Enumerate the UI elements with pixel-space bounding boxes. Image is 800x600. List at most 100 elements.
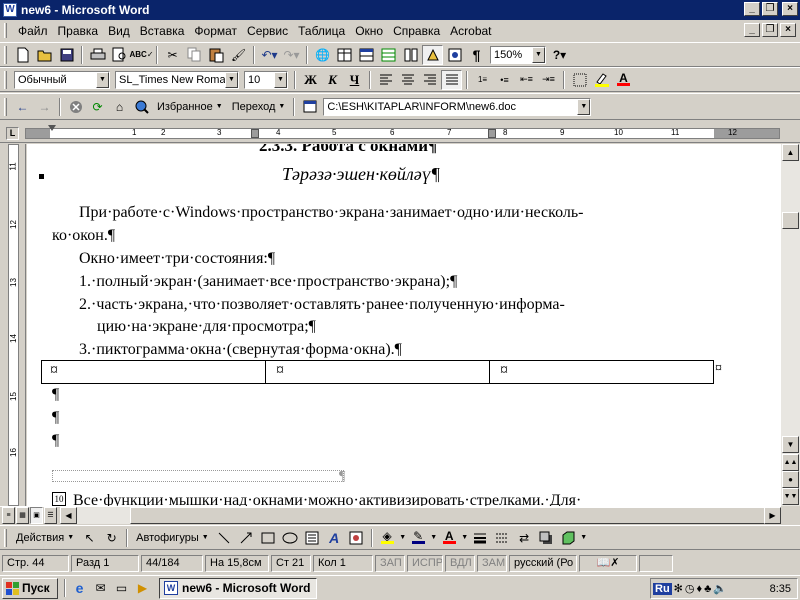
show-hide-marks-button[interactable]: ¶	[466, 45, 487, 65]
rectangle-icon[interactable]	[258, 528, 279, 548]
word-app-icon[interactable]: W	[3, 3, 17, 17]
table-row[interactable]: ¤ ¤ ¤	[41, 360, 714, 384]
chevron-down-icon[interactable]: ▼	[399, 528, 407, 548]
undo-icon[interactable]: ↶▾	[259, 45, 280, 65]
chevron-down-icon[interactable]: ▼	[430, 528, 438, 548]
copy-icon[interactable]	[184, 45, 205, 65]
draw-font-color-button[interactable]: A	[439, 528, 460, 548]
refresh-icon[interactable]: ⟳	[87, 97, 108, 117]
cut-icon[interactable]: ✂	[162, 45, 183, 65]
underline-button[interactable]: Ч	[344, 70, 365, 90]
shadow-icon[interactable]	[536, 528, 557, 548]
status-ovr[interactable]: ЗАМ	[477, 554, 507, 572]
menu-format[interactable]: Формат	[189, 24, 242, 38]
free-rotate-icon[interactable]: ↻	[101, 528, 122, 548]
select-browse-object-icon[interactable]: ●	[782, 471, 799, 488]
doc-restore-button[interactable]: ❐	[762, 23, 778, 37]
chevron-down-icon[interactable]: ▼	[577, 98, 591, 115]
tray-app-icon[interactable]: ✻	[674, 582, 683, 595]
doc-minimize-button[interactable]: _	[744, 23, 760, 37]
fill-color-icon[interactable]: ◈	[377, 528, 398, 548]
menu-acrobat[interactable]: Acrobat	[445, 24, 496, 38]
goto-menu[interactable]: Переход ▼	[228, 101, 290, 113]
insert-excel-icon[interactable]	[378, 45, 399, 65]
toolbar-grip[interactable]	[4, 45, 7, 64]
tray-app-icon[interactable]: ♣	[704, 583, 711, 595]
home-icon[interactable]: ⌂	[109, 97, 130, 117]
italic-button[interactable]: К	[322, 70, 343, 90]
3d-icon[interactable]	[558, 528, 579, 548]
document-canvas[interactable]: 2.3.3. Работа с окнами¶ Тәрәзә·эшен·көйл…	[27, 144, 781, 506]
outline-view-icon[interactable]: ☰	[44, 507, 57, 524]
scroll-thumb[interactable]	[782, 212, 799, 229]
column-marker[interactable]	[488, 129, 496, 138]
back-arrow-icon[interactable]: ←	[12, 97, 33, 117]
previous-page-icon[interactable]: ▲▲	[782, 454, 799, 471]
menu-view[interactable]: Вид	[103, 24, 135, 38]
font-size-select[interactable]: 10 ▼	[244, 70, 288, 89]
hyperlink-icon[interactable]: 🌐	[312, 45, 333, 65]
minimize-button[interactable]: _	[744, 2, 760, 16]
chevron-down-icon[interactable]: ▼	[532, 46, 545, 63]
align-center-icon[interactable]	[397, 70, 418, 90]
maximize-button[interactable]: ❐	[762, 2, 778, 16]
print-icon[interactable]	[87, 45, 108, 65]
scroll-down-icon[interactable]: ▼	[782, 436, 799, 453]
menu-edit[interactable]: Правка	[53, 24, 104, 38]
bullets-icon[interactable]: •≡	[494, 70, 515, 90]
drawing-icon[interactable]	[422, 44, 443, 65]
normal-view-icon[interactable]: ≡	[2, 507, 15, 524]
scroll-left-icon[interactable]: ◀	[60, 507, 77, 524]
border-icon[interactable]	[569, 70, 590, 90]
chevron-down-icon[interactable]: ▼	[274, 71, 287, 88]
menu-window[interactable]: Окно	[350, 24, 388, 38]
style-select[interactable]: Обычный ▼	[14, 70, 110, 89]
show-only-web-toolbar-icon[interactable]	[299, 97, 320, 117]
web-layout-view-icon[interactable]: ▦	[16, 507, 29, 524]
horizontal-ruler[interactable]: L 1 2 3 4 5 6 7 8 9 10 11 12	[0, 125, 800, 143]
favorites-menu[interactable]: Избранное ▼	[153, 101, 227, 113]
oval-icon[interactable]	[280, 528, 301, 548]
status-trk[interactable]: ИСПР	[407, 554, 443, 572]
show-desktop-icon[interactable]: ▭	[111, 578, 132, 598]
scroll-right-icon[interactable]: ▶	[764, 507, 781, 524]
dash-style-icon[interactable]	[492, 528, 513, 548]
task-word-button[interactable]: W new6 - Microsoft Word	[159, 577, 317, 599]
clock-tray-icon[interactable]: ◷	[685, 582, 695, 595]
status-ext[interactable]: ВДЛ	[445, 554, 475, 572]
toolbar-grip[interactable]	[4, 70, 7, 89]
chevron-down-icon[interactable]: ▼	[580, 528, 588, 548]
vertical-scrollbar[interactable]: ▲ ▼ ▲▲ ● ▼▼	[781, 144, 800, 506]
document-map-icon[interactable]	[444, 45, 465, 65]
address-select[interactable]: C:\ESH\KITAPLAR\INFORM\new6.doc ▼	[323, 97, 592, 116]
chevron-down-icon[interactable]: ▼	[96, 71, 109, 88]
media-player-icon[interactable]: ▶	[132, 578, 153, 598]
scroll-up-icon[interactable]: ▲	[782, 144, 799, 161]
numbering-icon[interactable]: 1≡	[472, 70, 493, 90]
tables-borders-icon[interactable]	[334, 45, 355, 65]
arrow-style-icon[interactable]: ⇄	[514, 528, 535, 548]
increase-indent-icon[interactable]: ⇥≡	[538, 70, 559, 90]
toolbar-grip[interactable]	[4, 528, 7, 547]
search-web-icon[interactable]	[131, 97, 152, 117]
menu-help[interactable]: Справка	[388, 24, 445, 38]
text-box-icon[interactable]	[302, 528, 323, 548]
wordart-icon[interactable]: A	[324, 528, 345, 548]
status-page[interactable]: Стр. 44	[2, 554, 69, 572]
line-color-icon[interactable]: ✎	[408, 528, 429, 548]
left-indent-marker[interactable]	[48, 125, 56, 131]
language-indicator[interactable]: Ru	[653, 582, 672, 595]
clock[interactable]: 8:35	[770, 583, 797, 595]
start-button[interactable]: Пуск	[2, 577, 58, 599]
autoshapes-menu[interactable]: Автофигуры ▼	[132, 532, 213, 544]
next-page-icon[interactable]: ▼▼	[782, 488, 799, 505]
spelling-icon[interactable]: ABC✓	[129, 45, 153, 65]
save-icon[interactable]	[56, 45, 77, 65]
format-painter-icon[interactable]: 🖌	[228, 45, 249, 65]
volume-icon[interactable]: 🔈	[713, 582, 727, 595]
justify-icon[interactable]	[441, 69, 462, 90]
paste-icon[interactable]	[206, 45, 227, 65]
redo-icon[interactable]: ↷▾	[281, 45, 302, 65]
columns-icon[interactable]	[400, 45, 421, 65]
insert-table-icon[interactable]	[356, 45, 377, 65]
